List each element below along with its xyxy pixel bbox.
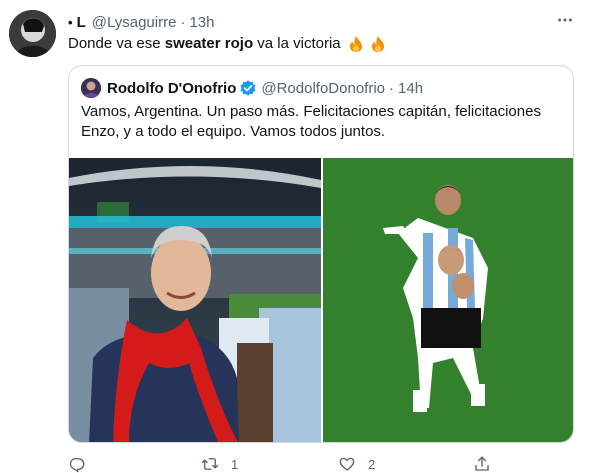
retweet-count: 1 [231, 456, 239, 472]
tweet-text-end: va la victoria [253, 35, 341, 52]
tweet-text-bold: sweater rojo [164, 35, 254, 52]
quoted-tweet-header: Rodolfo D'Onofrio @RodolfoDonofrio · 14h [81, 78, 423, 98]
tweet-text-start: Donde va ese [68, 35, 165, 52]
quoted-tweet-timestamp[interactable]: 14h [398, 80, 423, 97]
fire-icon [349, 36, 362, 52]
tweet: • L @Lysaguirre · 13h Donde va ese sweat… [0, 0, 590, 473]
user-avatar-image [9, 10, 56, 57]
reply-button[interactable] [68, 455, 98, 473]
user-display-name[interactable]: L [77, 14, 86, 31]
user-marker: • [68, 14, 73, 30]
like-count: 2 [368, 456, 376, 472]
media-photo-stadium[interactable] [69, 158, 321, 442]
quoted-user-handle[interactable]: @RodolfoDonofrio [261, 80, 385, 97]
quoted-tweet-media [69, 158, 573, 442]
like-icon [339, 457, 355, 471]
share-icon [475, 456, 489, 471]
tweet-text: Donde va ese sweater rojo va la victoria [68, 34, 387, 54]
more-icon [558, 18, 572, 22]
more-options-button[interactable] [555, 10, 575, 30]
quoted-header-separator: · [389, 79, 395, 97]
tweet-actions: 1 2 [68, 455, 498, 473]
stadium-photo [69, 158, 321, 442]
quoted-user-avatar-image [81, 78, 101, 98]
like-button[interactable]: 2 [338, 455, 375, 473]
quoted-user-avatar[interactable] [81, 78, 101, 98]
celebration-photo [323, 158, 573, 442]
quoted-user-display-name[interactable]: Rodolfo D'Onofrio [107, 80, 236, 97]
media-photo-celebration[interactable] [323, 158, 573, 442]
header-separator: · [180, 13, 186, 31]
tweet-header: • L @Lysaguirre · 13h [68, 12, 214, 32]
reply-icon [69, 458, 85, 473]
fire-icon [371, 36, 384, 52]
share-button[interactable] [473, 455, 491, 473]
user-handle[interactable]: @Lysaguirre [92, 14, 177, 31]
quoted-tweet-text: Vamos, Argentina. Un paso más. Felicitac… [81, 103, 541, 140]
quoted-tweet[interactable]: Rodolfo D'Onofrio @RodolfoDonofrio · 14h… [68, 65, 574, 443]
retweet-button[interactable]: 1 [201, 455, 238, 473]
verified-icon [240, 80, 256, 96]
retweet-icon [201, 458, 219, 470]
tweet-timestamp[interactable]: 13h [189, 14, 214, 31]
user-avatar[interactable] [9, 10, 56, 57]
